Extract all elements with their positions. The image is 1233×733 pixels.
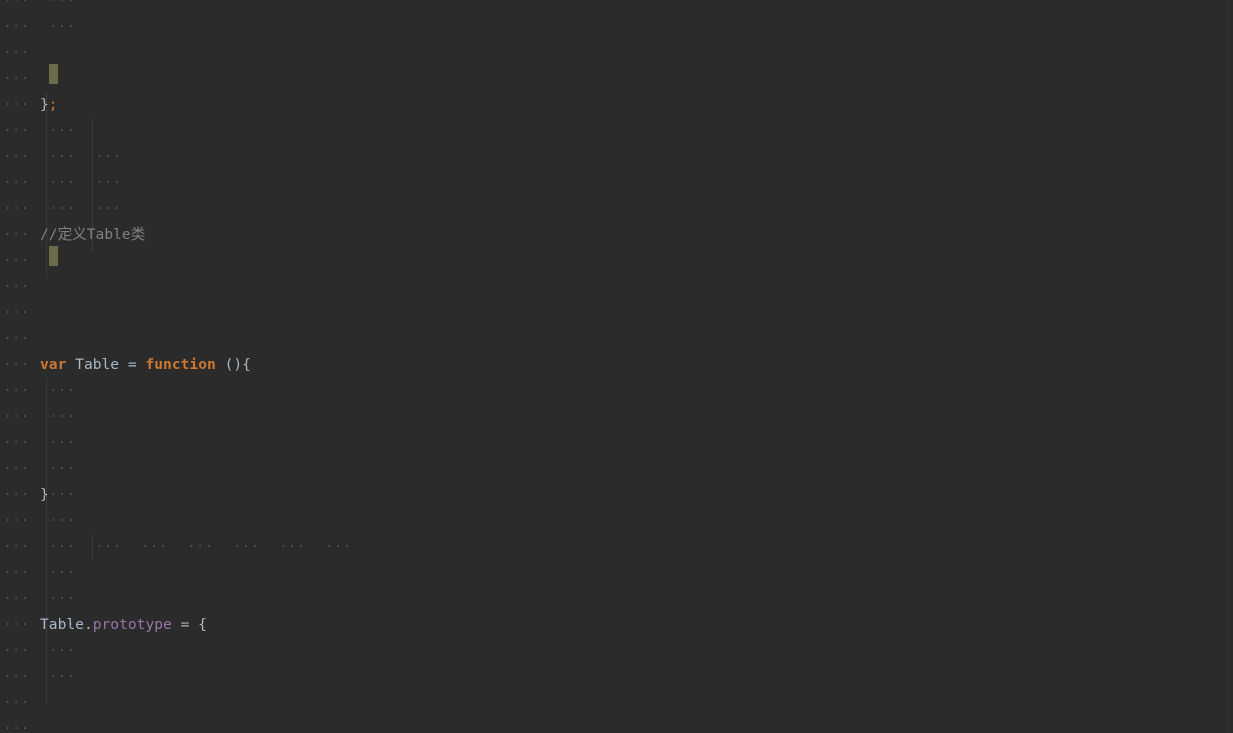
code-editor[interactable]: ··· ··· ··· ··· ··· ··· ··· ··· ··· ··· ··· ··· ··· ·… xyxy=(0,0,1233,733)
code-line[interactable]: Table.prototype = { xyxy=(0,612,1233,638)
comment-define-table: //定义Table类 xyxy=(40,226,146,243)
code-line[interactable]: //定义Table类 xyxy=(0,222,1233,248)
code-line[interactable]: var Table = function (){ xyxy=(0,352,1233,378)
code-line[interactable]: }; xyxy=(0,92,1233,118)
code-line[interactable]: } xyxy=(0,482,1233,508)
code-content[interactable]: }; //定义Table类 var Table = function (){ }… xyxy=(0,0,1233,721)
editor-right-gutter xyxy=(1227,0,1233,733)
